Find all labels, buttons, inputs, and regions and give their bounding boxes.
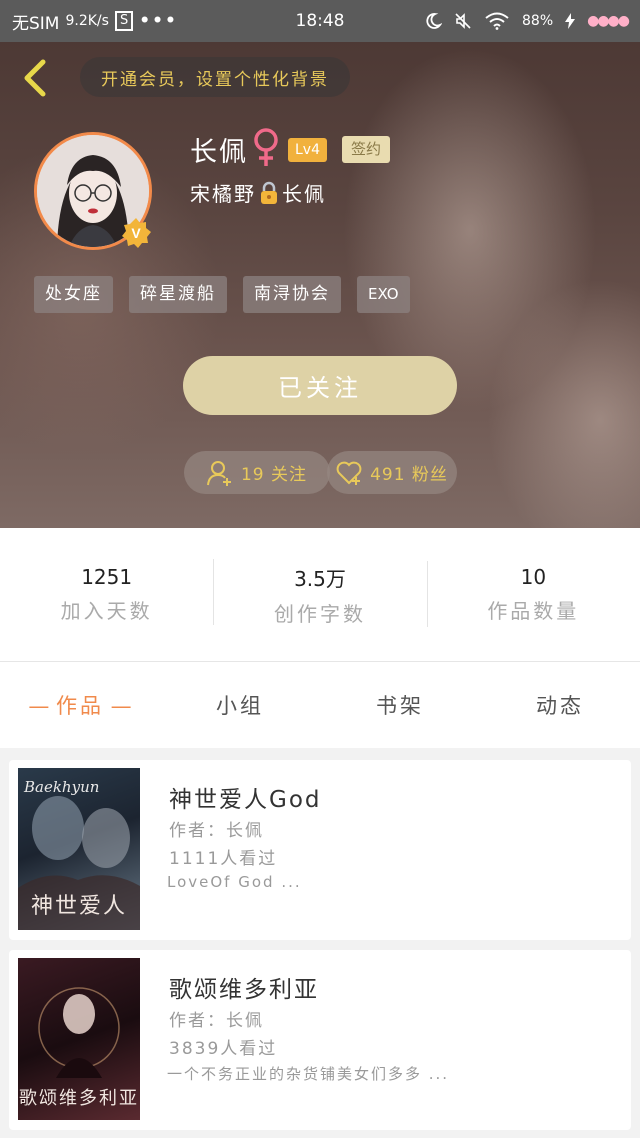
- stat-join-days: 1251 加入天数: [0, 565, 213, 624]
- battery-cat-icon: ●●●●: [587, 13, 630, 29]
- more-dots-icon: •••: [139, 11, 178, 31]
- charging-icon: [565, 13, 576, 29]
- work-views: 1111人看过: [169, 849, 278, 869]
- chevron-left-icon: [24, 59, 46, 97]
- stat-label: 创作字数: [273, 601, 366, 626]
- battery-level: 88%: [522, 13, 554, 29]
- work-cover: Baekhyun 神世爱人: [18, 768, 140, 930]
- stat-value: 3.5万: [294, 566, 346, 591]
- couple-line[interactable]: 宋橘野 长佩: [190, 178, 326, 207]
- verified-badge: V: [120, 217, 152, 249]
- username: 长佩: [190, 137, 248, 168]
- vip-background-banner[interactable]: 开通会员，设置个性化背景: [80, 57, 350, 97]
- work-title: 歌颂维多利亚: [169, 977, 319, 1003]
- moon-icon: [426, 13, 442, 29]
- work-views: 3839人看过: [169, 1039, 278, 1059]
- cover-top-text: Baekhyun: [24, 778, 100, 796]
- fans-count: 491 粉丝: [370, 465, 448, 485]
- followed-button[interactable]: 已关注: [183, 356, 457, 415]
- lock-icon: [261, 181, 277, 204]
- tab-bookshelf[interactable]: 书架: [320, 690, 480, 720]
- verified-label: V: [131, 225, 141, 241]
- cover-title: 歌颂维多利亚: [19, 1088, 139, 1109]
- work-card[interactable]: Baekhyun 神世爱人 神世爱人God 作者：长佩 1111人看过 Love…: [9, 760, 631, 940]
- tab-works[interactable]: 作品: [0, 690, 160, 720]
- carrier-label: 无SIM: [12, 13, 60, 34]
- tag-item[interactable]: EXO: [357, 276, 410, 313]
- back-button[interactable]: [14, 58, 54, 98]
- tag-list: 处女座 碎星渡船 南浔协会 EXO: [34, 276, 410, 313]
- signed-badge: 签约: [342, 136, 391, 163]
- work-author: 作者：长佩: [169, 821, 264, 841]
- tag-item[interactable]: 处女座: [34, 276, 113, 313]
- work-author: 作者：长佩: [169, 1011, 264, 1031]
- work-title: 神世爱人God: [169, 787, 322, 813]
- status-right: 88% ●●●●: [424, 12, 630, 30]
- stats-bar: 1251 加入天数 3.5万 创作字数 10 作品数量: [0, 528, 640, 662]
- female-icon: [252, 128, 280, 172]
- screenshot-icon: S: [114, 11, 134, 31]
- user-add-icon: [206, 460, 231, 486]
- tab-activity[interactable]: 动态: [480, 690, 640, 720]
- network-speed: 9.2K/s: [65, 13, 109, 29]
- following-button[interactable]: 19 关注: [184, 451, 330, 494]
- level-badge: Lv4: [288, 138, 327, 162]
- following-count: 19 关注: [240, 465, 308, 485]
- cover-title: 神世爱人: [30, 894, 127, 919]
- status-bar: 无SIM 9.2K/s S ••• 18:48 88% ●●●●: [0, 0, 640, 42]
- fans-button[interactable]: 491 粉丝: [327, 451, 457, 494]
- work-description: LoveOf God ...: [167, 873, 302, 891]
- tag-item[interactable]: 南浔协会: [243, 276, 341, 313]
- work-description: 一个不务正业的杂货铺美女们多多 ...: [167, 1065, 450, 1083]
- couple-left-name: 宋橘野: [190, 182, 256, 206]
- tab-bar: 作品 小组 书架 动态: [0, 662, 640, 748]
- tab-groups[interactable]: 小组: [160, 690, 320, 720]
- stat-word-count: 3.5万 创作字数: [213, 558, 426, 627]
- verified-icon: V: [122, 218, 151, 248]
- wifi-icon: [485, 12, 509, 30]
- couple-right-name: 长佩: [282, 182, 326, 206]
- work-card[interactable]: 歌颂维多利亚 歌颂维多利亚 作者：长佩 3839人看过 一个不务正业的杂货铺美女…: [9, 950, 631, 1130]
- stat-value: 1251: [81, 565, 133, 589]
- stat-works-count: 10 作品数量: [426, 561, 640, 627]
- stat-label: 加入天数: [60, 599, 153, 623]
- tag-item[interactable]: 碎星渡船: [129, 276, 227, 313]
- status-left: 无SIM 9.2K/s S •••: [12, 9, 178, 34]
- heart-icon: [336, 461, 362, 485]
- stat-value: 10: [520, 565, 547, 589]
- mute-icon: [455, 13, 471, 29]
- work-cover: 歌颂维多利亚: [18, 958, 140, 1120]
- stat-label: 作品数量: [487, 599, 580, 623]
